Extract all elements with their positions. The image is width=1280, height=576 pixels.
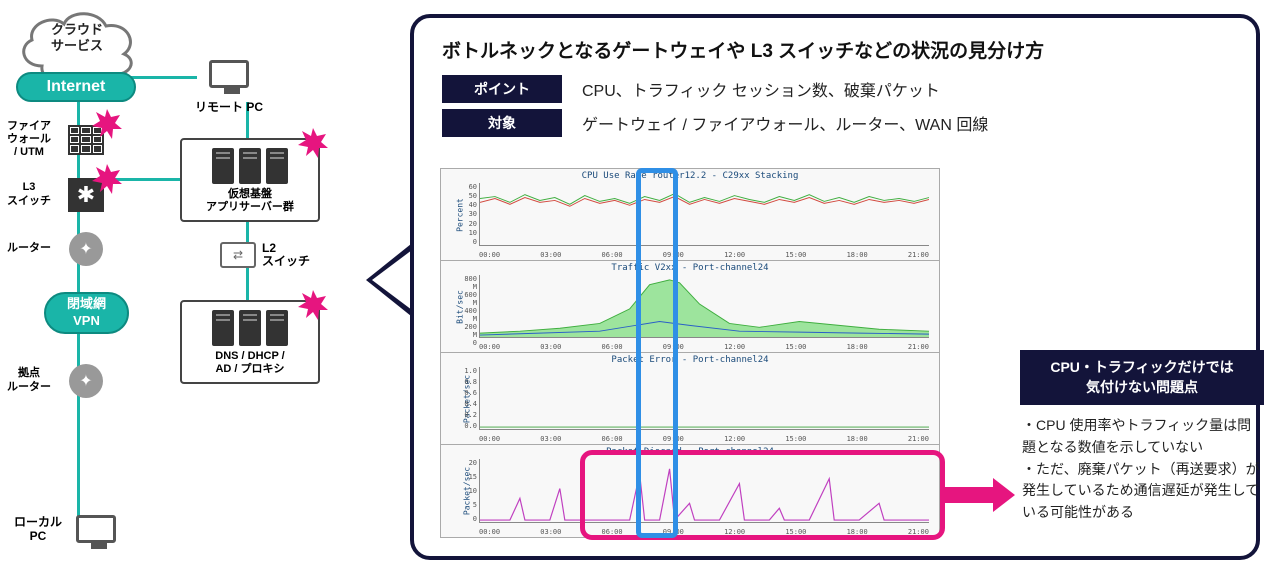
- cloud-label: クラウド サービス: [12, 22, 142, 53]
- target-row: 対象 ゲートウェイ / ファイアウォール、ルーター、WAN 回線: [442, 109, 1232, 137]
- callout-tail: [366, 240, 416, 320]
- insight-body: ・CPU 使用率やトラフィック量は問題となる数値を示していない ・ただ、廃棄パケ…: [1020, 405, 1264, 533]
- chart-title: Traffic V2xx - Port-channel24: [441, 263, 939, 273]
- network-diagram: クラウド サービス Internet リモート PC ファイア ウォール / U…: [0, 0, 400, 576]
- chart-xlabels: 00:0003:0006:0009:0012:0015:0018:0021:00: [479, 343, 929, 351]
- monitor-icon: [76, 515, 116, 543]
- chart-xlabels: 00:0003:0006:0009:0012:0015:0018:0021:00: [479, 528, 929, 536]
- chart-yticks: 800 M600 M400 M200 M0: [461, 275, 477, 338]
- server-rack-icon: [192, 148, 308, 184]
- cpu-chart: CPU Use Rate router12.2 - C29xx Stacking…: [441, 169, 939, 261]
- chart-yticks: 1.00.80.60.40.20.0: [461, 367, 477, 430]
- l3-switch-icon: ✱: [64, 176, 108, 214]
- discard-chart: Packet Discard - Port-channel24 Packet/s…: [441, 445, 939, 537]
- firewall-label: ファイア ウォール / UTM: [0, 120, 58, 160]
- firewall-node: ファイア ウォール / UTM: [0, 120, 170, 160]
- l2-switch-icon: ⇄: [220, 242, 256, 268]
- chart-title: Packet Error - Port-channel24: [441, 355, 939, 365]
- chart-body: [479, 183, 929, 246]
- local-pc: ローカル PC: [10, 515, 116, 544]
- alert-star-icon: [92, 164, 122, 194]
- point-value: CPU、トラフィック セッション数、破棄パケット: [582, 77, 940, 101]
- chart-body: [479, 367, 929, 430]
- remote-pc: リモート PC: [195, 60, 263, 115]
- vpn-node: 閉域網 VPN: [0, 284, 170, 342]
- cloud-label-line1: クラウド: [12, 22, 142, 38]
- l2-switch: ⇄ L2 スイッチ: [220, 242, 310, 268]
- server-rack-icon: [192, 310, 308, 346]
- l3-switch-node: L3 スイッチ ✱: [0, 176, 170, 214]
- site-router-label: 拠点 ルーター: [0, 367, 58, 393]
- cloud-label-line2: サービス: [12, 38, 142, 54]
- l3-switch-label: L3 スイッチ: [0, 181, 58, 207]
- traffic-chart: Traffic V2xx - Port-channel24 Bit/sec 80…: [441, 261, 939, 353]
- chart-title: CPU Use Rate router12.2 - C29xx Stacking: [441, 171, 939, 181]
- chart-xlabels: 00:0003:0006:0009:0012:0015:0018:0021:00: [479, 251, 929, 259]
- router-label: ルーター: [0, 242, 58, 255]
- site-router-node: 拠点 ルーター ✦: [0, 362, 170, 400]
- site-router-icon: ✦: [64, 362, 108, 400]
- chart-yticks: 20151050: [461, 459, 477, 523]
- chart-xlabels: 00:0003:0006:0009:0012:0015:0018:0021:00: [479, 435, 929, 443]
- srv-box1-caption1: 仮想基盤: [192, 188, 308, 201]
- internet-badge: Internet: [16, 72, 136, 102]
- chart-body: [479, 459, 929, 523]
- router-icon: ✦: [64, 230, 108, 268]
- target-value: ゲートウェイ / ファイアウォール、ルーター、WAN 回線: [582, 111, 988, 135]
- srv-box1-caption2: アプリサーバー群: [192, 201, 308, 214]
- point-label: ポイント: [442, 75, 562, 103]
- router-node: ルーター ✦: [0, 230, 170, 268]
- l2-switch-label: L2 スイッチ: [262, 242, 310, 268]
- error-chart: Packet Error - Port-channel24 Packet/sec…: [441, 353, 939, 445]
- device-chain: ファイア ウォール / UTM L3 スイッチ ✱ ルーター ✦ 閉域網 VPN: [0, 120, 170, 416]
- alert-star-icon: [92, 109, 122, 139]
- alert-star-icon: [298, 128, 328, 158]
- target-label: 対象: [442, 109, 562, 137]
- insight-box: CPU・トラフィックだけでは 気付けない問題点 ・CPU 使用率やトラフィック量…: [1020, 350, 1264, 534]
- callout-title: ボトルネックとなるゲートウェイや L3 スイッチなどの状況の見分け方: [442, 36, 1232, 63]
- charts-stack: CPU Use Rate router12.2 - C29xx Stacking…: [440, 168, 940, 538]
- srv-box2-caption1: DNS / DHCP /: [192, 350, 308, 363]
- local-pc-label: ローカル PC: [10, 515, 66, 544]
- firewall-icon: [64, 121, 108, 159]
- vpn-badge: 閉域網 VPN: [44, 292, 129, 334]
- insight-header: CPU・トラフィックだけでは 気付けない問題点: [1020, 350, 1264, 405]
- srv-box2-caption2: AD / プロキシ: [192, 363, 308, 376]
- infra-server-group: DNS / DHCP / AD / プロキシ: [180, 300, 320, 384]
- chart-yticks: 6050403020100: [461, 183, 477, 246]
- virtual-server-group: 仮想基盤 アプリサーバー群: [180, 138, 320, 222]
- remote-pc-label: リモート PC: [195, 98, 263, 115]
- pink-arrow-icon: [945, 478, 1015, 512]
- chart-body: [479, 275, 929, 338]
- monitor-icon: [209, 60, 249, 88]
- chart-title: Packet Discard - Port-channel24: [441, 447, 939, 457]
- alert-star-icon: [298, 290, 328, 320]
- point-row: ポイント CPU、トラフィック セッション数、破棄パケット: [442, 75, 1232, 103]
